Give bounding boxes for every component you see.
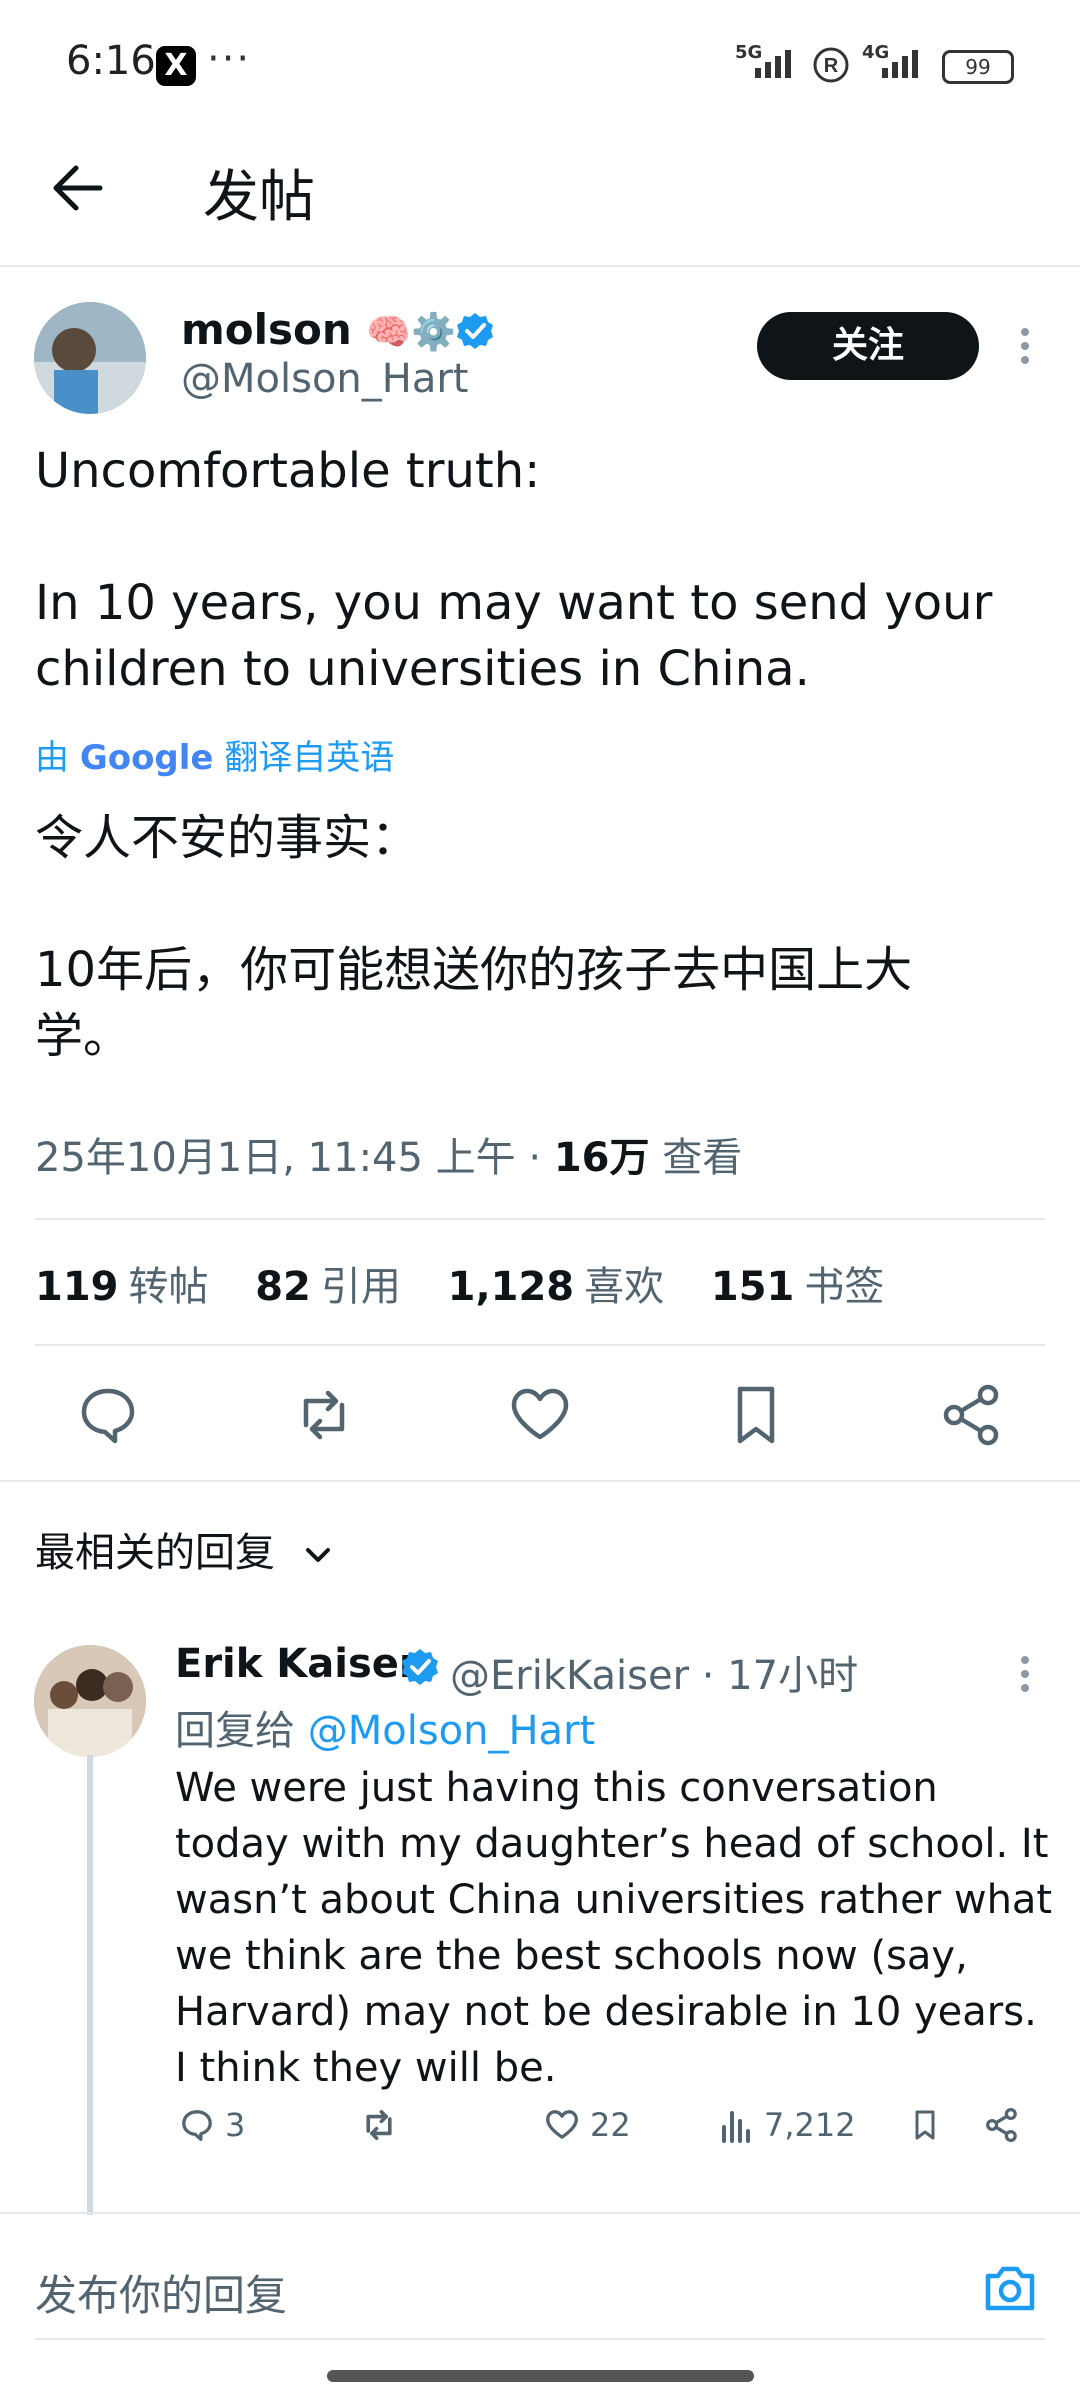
stat-likes-num: 1,128 bbox=[447, 1264, 575, 1310]
reply-bookmark-button[interactable] bbox=[905, 2095, 951, 2155]
stat-quotes-num: 82 bbox=[255, 1264, 311, 1310]
compose-bottom-divider bbox=[35, 2338, 1045, 2340]
network-5g-label: 5G bbox=[735, 42, 763, 63]
signal-4g-icon: 4G bbox=[862, 42, 928, 80]
author-emoji: 🧠⚙️ bbox=[366, 312, 457, 353]
reply-like-count: 22 bbox=[590, 2106, 631, 2144]
translation-attribution[interactable]: 由 Google 翻译自英语 bbox=[35, 730, 394, 779]
reply-author-avatar[interactable] bbox=[34, 1645, 146, 1757]
views-count: 16万 bbox=[553, 1135, 650, 1181]
tweet-text-original: Uncomfortable truth: In 10 years, you ma… bbox=[35, 443, 993, 697]
author-avatar[interactable] bbox=[34, 302, 146, 414]
author-name[interactable]: molson 🧠⚙️ bbox=[181, 305, 456, 354]
reply-author-handle[interactable]: @ErikKaiser · 17小时 bbox=[450, 1643, 858, 1701]
reply-icon[interactable] bbox=[68, 1375, 148, 1455]
signal-5g-icon: 5G bbox=[735, 42, 801, 80]
views-label: 查看 bbox=[662, 1135, 743, 1181]
reply-verified-badge-icon bbox=[400, 1647, 440, 1687]
page-title: 发帖 bbox=[203, 165, 315, 230]
tweet-text-translated: 令人不安的事实： 10年后，你可能想送你的孩子去中国上大学。 bbox=[35, 810, 913, 1064]
tweet-meta: 25年10月1日, 11:45 上午 · 16万 查看 bbox=[35, 1125, 742, 1183]
network-4g-label: 4G bbox=[862, 42, 890, 63]
translate-suffix: 翻译自英语 bbox=[224, 738, 395, 778]
reply-views-count: 7,212 bbox=[764, 2106, 856, 2144]
reply-more-options-icon[interactable] bbox=[1010, 1650, 1040, 1700]
share-icon[interactable] bbox=[932, 1375, 1012, 1455]
registered-icon: R bbox=[812, 46, 850, 84]
repost-icon[interactable] bbox=[284, 1375, 364, 1455]
comment-icon bbox=[182, 2110, 212, 2141]
repost-icon bbox=[366, 2110, 392, 2140]
author-handle[interactable]: @Molson_Hart bbox=[181, 356, 468, 402]
stat-bookmarks-label: 书签 bbox=[804, 1264, 885, 1310]
heart-icon bbox=[546, 2110, 578, 2139]
stat-bookmarks[interactable]: 151 书签 bbox=[711, 1264, 919, 1310]
home-indicator[interactable] bbox=[327, 2370, 754, 2382]
reply-to-handle[interactable]: @Molson_Hart bbox=[308, 1708, 595, 1754]
camera-icon[interactable] bbox=[980, 2258, 1040, 2318]
follow-button[interactable]: 关注 bbox=[757, 312, 979, 380]
reply-text: We were just having this conversation to… bbox=[175, 1765, 1053, 2091]
thread-line bbox=[87, 1755, 93, 2215]
analytics-icon bbox=[722, 2111, 750, 2143]
stats-divider bbox=[35, 1344, 1045, 1346]
status-time: 6:16 bbox=[66, 38, 156, 84]
stat-reposts-label: 转帖 bbox=[128, 1264, 209, 1310]
header-divider bbox=[0, 265, 1080, 267]
replies-sort-label: 最相关的回复 bbox=[35, 1530, 275, 1576]
chevron-down-icon bbox=[305, 1548, 330, 1562]
like-icon[interactable] bbox=[500, 1375, 580, 1455]
stat-reposts[interactable]: 119 转帖 bbox=[35, 1264, 243, 1310]
battery-icon: 99 bbox=[942, 50, 1014, 84]
back-arrow-icon[interactable] bbox=[40, 150, 120, 230]
reply-to-line: 回复给 @Molson_Hart bbox=[175, 1698, 595, 1756]
author-name-text: molson bbox=[181, 305, 352, 354]
share-icon bbox=[986, 2107, 1017, 2143]
google-logo: Google bbox=[79, 738, 214, 778]
status-overflow-icon: ··· bbox=[207, 36, 252, 82]
x-app-icon: X bbox=[156, 46, 196, 86]
stat-likes[interactable]: 1,128 喜欢 bbox=[448, 1264, 699, 1310]
verified-badge-icon bbox=[455, 311, 495, 351]
reply-repost-button[interactable] bbox=[355, 2095, 409, 2155]
stat-reposts-num: 119 bbox=[35, 1264, 119, 1310]
tweet-datetime: 25年10月1日, 11:45 上午 · bbox=[35, 1135, 554, 1181]
bookmark-icon bbox=[915, 2110, 935, 2140]
reply-comment-count: 3 bbox=[225, 2106, 246, 2144]
translate-prefix: 由 bbox=[35, 738, 69, 778]
reply-views-button[interactable]: 7,212 bbox=[718, 2095, 856, 2155]
battery-level: 99 bbox=[965, 55, 991, 79]
stat-quotes-label: 引用 bbox=[320, 1264, 401, 1310]
reply-like-button[interactable]: 22 bbox=[540, 2095, 631, 2155]
stat-likes-label: 喜欢 bbox=[584, 1264, 665, 1310]
replies-sort-dropdown[interactable]: 最相关的回复 bbox=[35, 1520, 338, 1578]
reply-comment-button[interactable]: 3 bbox=[175, 2095, 245, 2155]
reply-to-prefix: 回复给 bbox=[175, 1708, 308, 1754]
stat-quotes[interactable]: 82 引用 bbox=[255, 1264, 435, 1310]
svg-text:R: R bbox=[824, 55, 839, 77]
reply-compose-input[interactable]: 发布你的回复 bbox=[35, 2262, 287, 2323]
bookmark-icon[interactable] bbox=[716, 1375, 796, 1455]
compose-divider bbox=[0, 2212, 1080, 2214]
meta-divider bbox=[35, 1218, 1045, 1220]
more-options-icon[interactable] bbox=[1010, 322, 1040, 372]
stat-bookmarks-num: 151 bbox=[710, 1264, 795, 1310]
engagement-stats: 119 转帖 82 引用 1,128 喜欢 151 书签 bbox=[35, 1254, 918, 1312]
reply-share-button[interactable] bbox=[980, 2095, 1030, 2155]
actions-divider bbox=[0, 1480, 1080, 1482]
reply-author-name[interactable]: Erik Kaiser bbox=[175, 1641, 419, 1687]
